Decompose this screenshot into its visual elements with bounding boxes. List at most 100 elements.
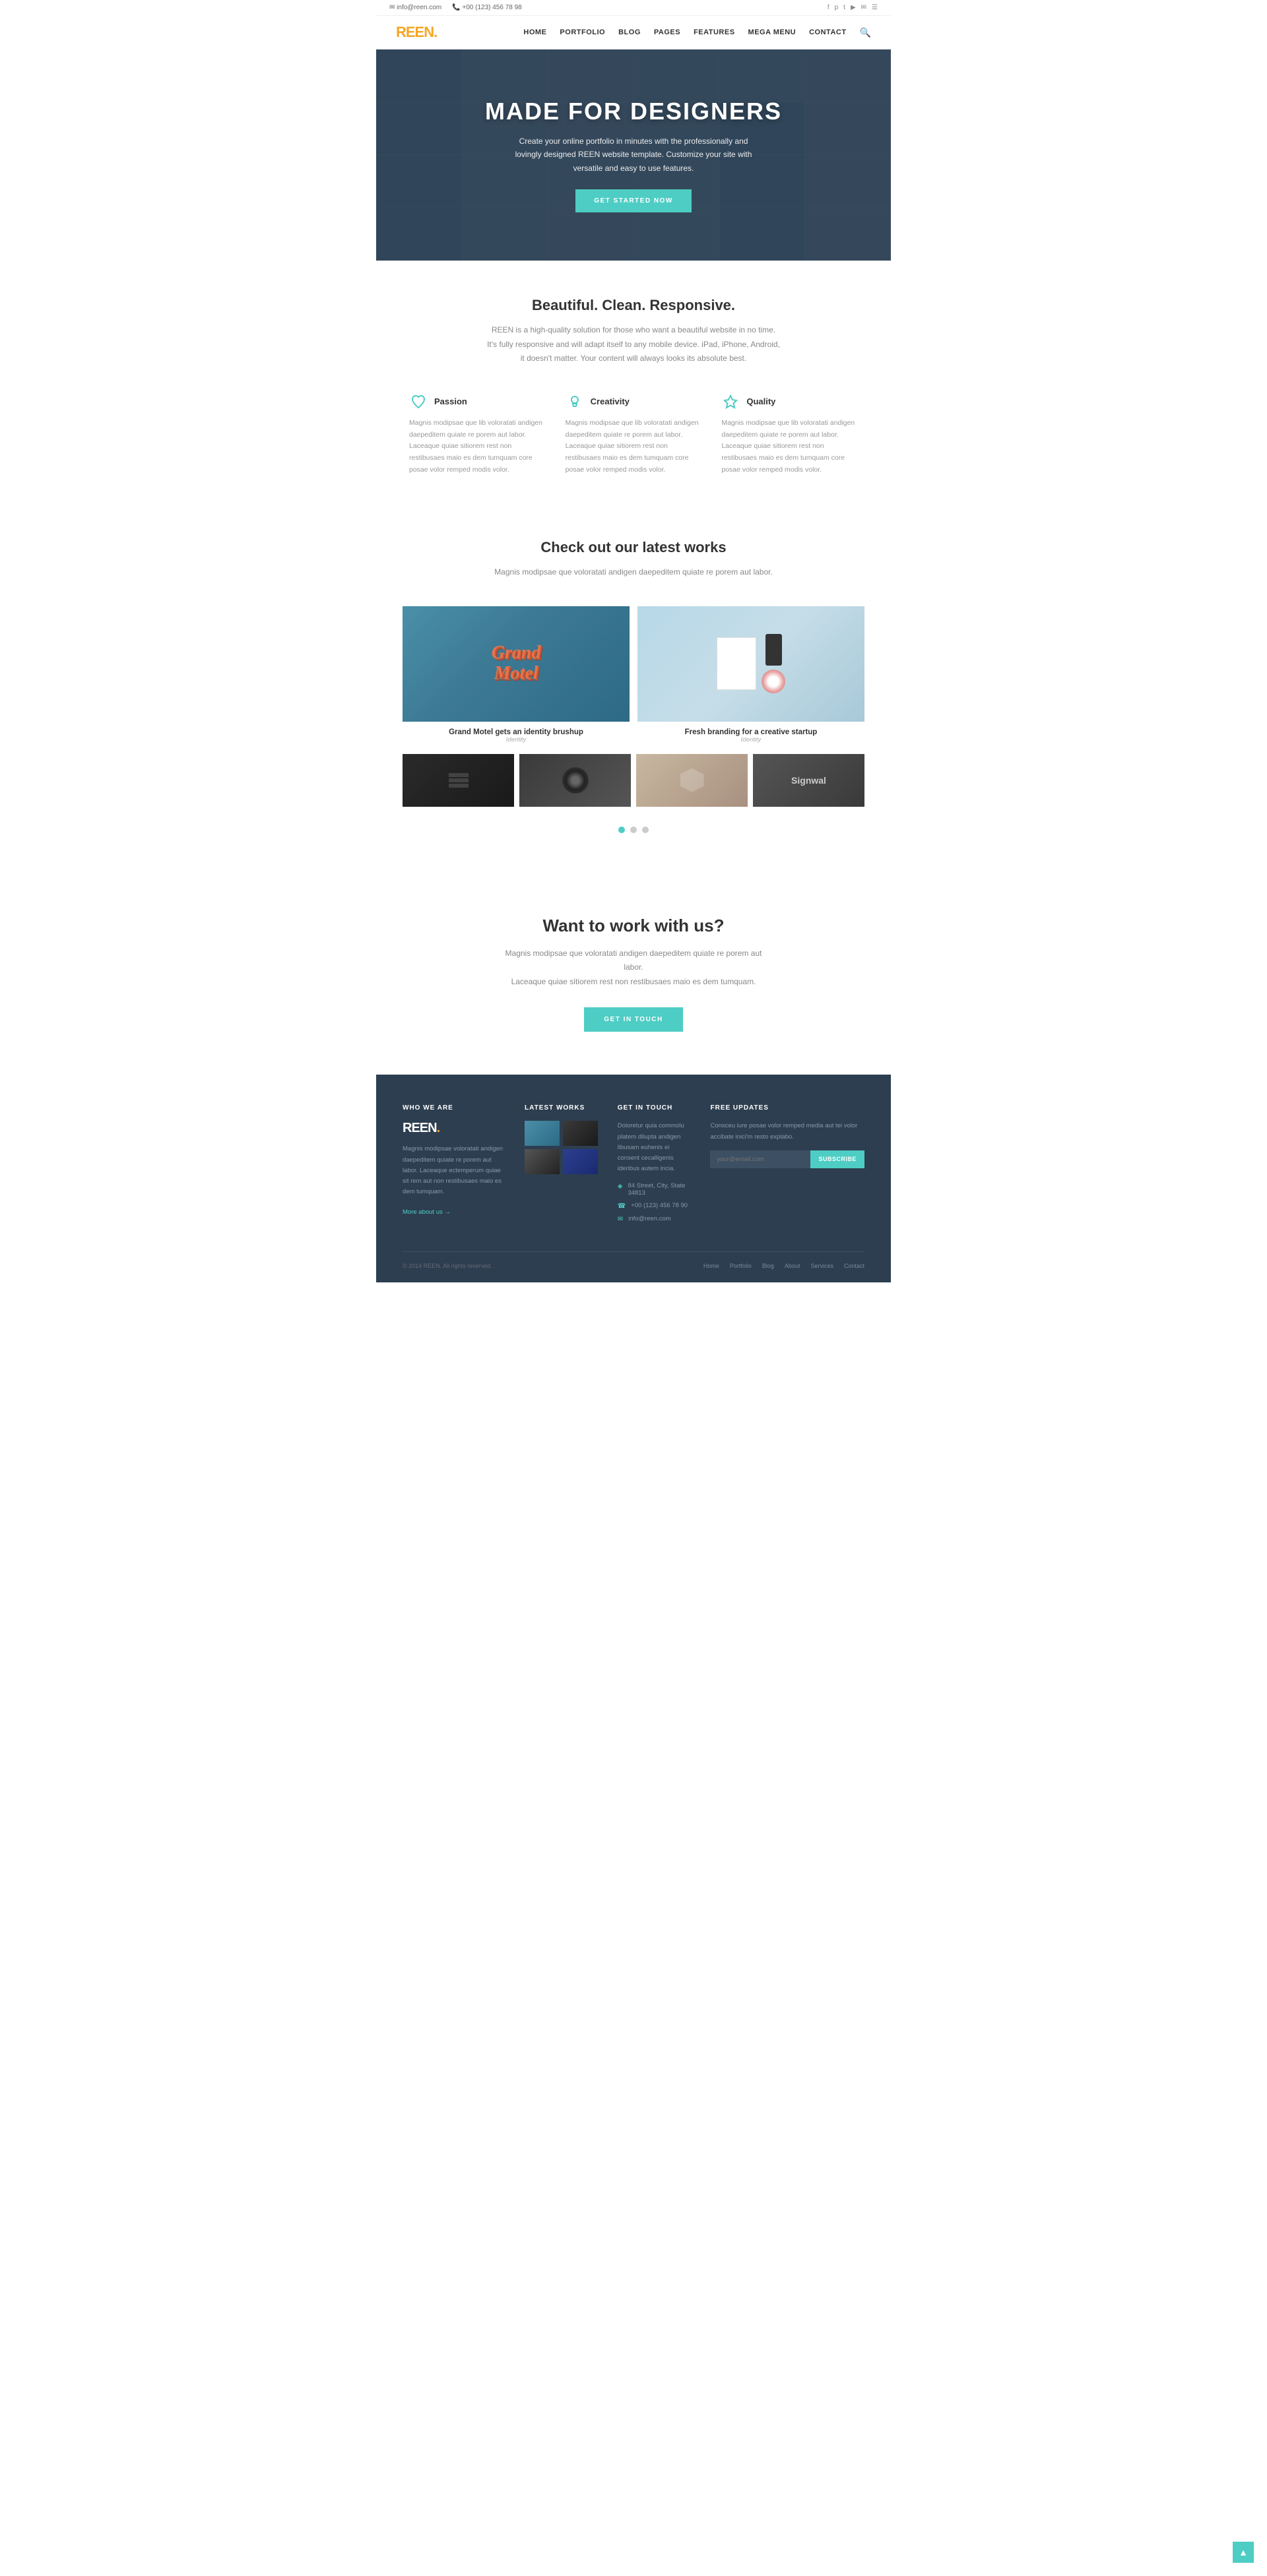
nav-pages[interactable]: PAGES: [654, 28, 680, 36]
bulb-icon: [566, 393, 584, 411]
social-facebook[interactable]: f: [828, 4, 829, 11]
dot-2[interactable]: [630, 827, 637, 833]
brand-cd-mock: [762, 670, 785, 693]
social-pinterest[interactable]: p: [835, 4, 839, 11]
portfolio-subtitle: Magnis modipsae que voloratati andigen d…: [482, 565, 785, 580]
portfolio-thumb-signwal: Signwal: [753, 754, 864, 807]
paper-2: [449, 778, 469, 782]
footer-thumb-3[interactable]: [525, 1149, 560, 1174]
scroll-top-button[interactable]: ▲: [1233, 2542, 1254, 2563]
footer-nav-about[interactable]: About: [785, 1263, 800, 1269]
portfolio-thumb-branding: [637, 606, 864, 722]
top-bar-phone: 📞 +00 (123) 456 78 98: [452, 4, 522, 11]
nav-features[interactable]: FEATURES: [694, 28, 734, 36]
search-icon[interactable]: 🔍: [860, 27, 871, 38]
feature-passion-text: Magnis modipsae que lib voloratati andig…: [409, 418, 546, 476]
portfolio-item-grand-motel[interactable]: GrandMotel Grand Motel gets an identity …: [403, 606, 630, 746]
footer-nav-contact[interactable]: Contact: [844, 1263, 864, 1269]
portfolio-label-branding: Fresh branding for a creative startup Id…: [637, 722, 864, 746]
portfolio-thumb-badge: [636, 754, 748, 807]
nav-portfolio[interactable]: PORTFOLIO: [560, 28, 605, 36]
portfolio-item-small-1[interactable]: [403, 754, 514, 807]
portfolio-small-grid: Signwal: [403, 754, 864, 807]
feature-passion: Passion Magnis modipsae que lib volorata…: [409, 393, 546, 476]
footer-nav-services[interactable]: Services: [810, 1263, 833, 1269]
brand-paper-mock: [717, 637, 756, 690]
carousel-dots: [403, 820, 864, 846]
social-email[interactable]: ✉: [861, 4, 866, 11]
feature-quality-text: Magnis modipsae que lib voloratati andig…: [721, 418, 858, 476]
hero-overlay: MADE FOR DESIGNERS Create your online po…: [376, 49, 891, 261]
footer-nav-blog[interactable]: Blog: [762, 1263, 774, 1269]
brand-items: [762, 634, 785, 693]
portfolio-item-small-2[interactable]: [519, 754, 631, 807]
portfolio-title-grand-motel: Grand Motel gets an identity brushup: [403, 728, 630, 736]
top-bar-email: ✉ info@reen.com: [389, 4, 441, 11]
hero-subtitle: Create your online portfolio in minutes …: [508, 135, 759, 175]
footer-copyright: © 2014 REEN. All rights reserved.: [403, 1263, 492, 1269]
footer-col-who: WHO WE ARE REEN. Magnis modipsae volorat…: [403, 1104, 505, 1228]
footer-thumb-4[interactable]: [563, 1149, 598, 1174]
portfolio-main-grid: GrandMotel Grand Motel gets an identity …: [403, 606, 864, 746]
portfolio-thumb-vinyl: [519, 754, 631, 807]
feature-quality-title: Quality: [746, 396, 775, 406]
nav-blog[interactable]: BLOG: [618, 28, 641, 36]
nav-home[interactable]: HOME: [523, 28, 546, 36]
hero-cta-button[interactable]: GET STARTED NOW: [575, 189, 692, 212]
newsletter-subscribe-button[interactable]: SUBSCRIBE: [810, 1150, 864, 1168]
footer-col-updates: FREE UPDATES Consceu iure posae volor re…: [710, 1104, 864, 1228]
hero-title: MADE FOR DESIGNERS: [485, 98, 782, 125]
logo[interactable]: REEN.: [396, 24, 437, 41]
footer-contact-intro: Doloretur quia commolu platem dilupta an…: [618, 1121, 691, 1174]
cta-section: Want to work with us? Magnis modipsae qu…: [376, 873, 891, 1075]
footer-thumb-2[interactable]: [563, 1121, 598, 1146]
portfolio-section: Check out our latest works Magnis modips…: [376, 506, 891, 873]
footer-email: ✉ info@reen.com: [618, 1215, 691, 1223]
feature-creativity-text: Magnis modipsae que lib voloratati andig…: [566, 418, 702, 476]
social-twitter[interactable]: t: [843, 4, 845, 11]
brand-phone-mock: [765, 634, 782, 666]
portfolio-thumb-grand-motel: GrandMotel: [403, 606, 630, 722]
feature-creativity-title: Creativity: [591, 396, 630, 406]
footer-thumb-1[interactable]: [525, 1121, 560, 1146]
footer-who-title: WHO WE ARE: [403, 1104, 505, 1112]
portfolio-subtitle-grand-motel: Identity: [403, 736, 630, 743]
footer-nav-home[interactable]: Home: [703, 1263, 719, 1269]
cta-button[interactable]: GET IN TOUCH: [584, 1007, 682, 1032]
vinyl-record: [562, 767, 589, 794]
social-rss[interactable]: ☰: [872, 4, 878, 11]
footer-grid: WHO WE ARE REEN. Magnis modipsae volorat…: [403, 1104, 864, 1228]
feature-passion-title: Passion: [434, 396, 467, 406]
portfolio-item-small-3[interactable]: [636, 754, 748, 807]
features-grid: Passion Magnis modipsae que lib volorata…: [409, 393, 858, 476]
footer-logo: REEN.: [403, 1121, 505, 1136]
footer-more-link[interactable]: More about us →: [403, 1209, 451, 1216]
dot-3[interactable]: [642, 827, 649, 833]
grand-motel-text: GrandMotel: [492, 643, 541, 684]
portfolio-item-small-4[interactable]: Signwal: [753, 754, 864, 807]
footer-works-grid: [525, 1121, 598, 1174]
portfolio-item-branding[interactable]: Fresh branding for a creative startup Id…: [637, 606, 864, 746]
footer-phone: ☎ +00 (123) 456 78 90: [618, 1202, 691, 1210]
newsletter-input[interactable]: [710, 1150, 810, 1168]
footer-email-text: info@reen.com: [628, 1215, 671, 1222]
nav-megamenu[interactable]: MEGA MENU: [748, 28, 796, 36]
badge-shape: [680, 769, 704, 792]
paper-stack: [449, 773, 469, 788]
dot-1[interactable]: [618, 827, 625, 833]
cta-title: Want to work with us?: [403, 916, 864, 936]
phone-icon: 📞: [452, 4, 460, 11]
footer-phone-text: +00 (123) 456 78 90: [631, 1202, 688, 1209]
top-bar-left: ✉ info@reen.com 📞 +00 (123) 456 78 98: [389, 4, 522, 11]
star-icon: [721, 393, 740, 411]
footer-nav-portfolio[interactable]: Portfolio: [730, 1263, 752, 1269]
nav-contact[interactable]: CONTACT: [809, 28, 846, 36]
social-youtube[interactable]: ▶: [851, 4, 856, 11]
address-icon: ◈: [618, 1183, 623, 1190]
footer: WHO WE ARE REEN. Magnis modipsae volorat…: [376, 1075, 891, 1282]
header: REEN. HOME PORTFOLIO BLOG PAGES FEATURES…: [376, 16, 891, 49]
portfolio-subtitle-branding: Identity: [637, 736, 864, 743]
footer-address: ◈ 84 Street, City, State 34813: [618, 1182, 691, 1197]
paper-3: [449, 784, 469, 788]
top-bar-social: f p t ▶ ✉ ☰: [828, 4, 878, 11]
